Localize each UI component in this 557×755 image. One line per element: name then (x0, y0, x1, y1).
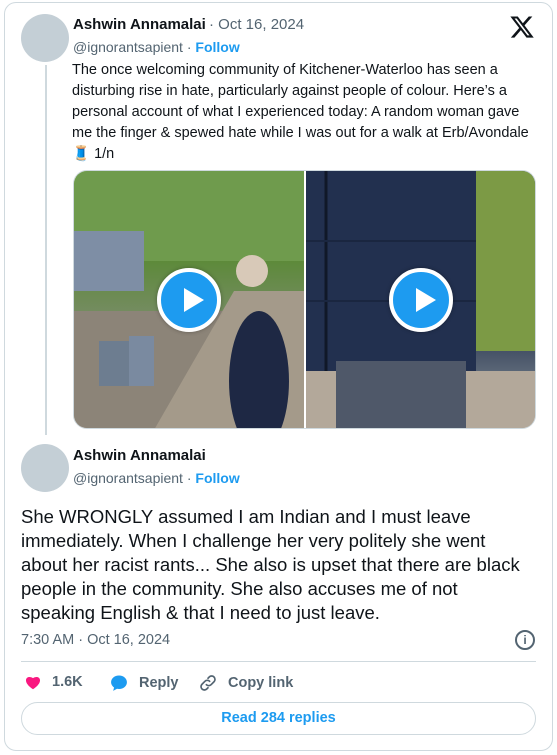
link-icon (200, 675, 216, 691)
avatar[interactable] (21, 444, 69, 492)
like-count: 1.6K (52, 674, 83, 690)
author-handle[interactable]: @ignorantsapient (73, 39, 183, 55)
author-handle-row: @ignorantsapient · Follow (73, 39, 240, 55)
tweet-text: The once welcoming community of Kitchene… (72, 62, 529, 162)
x-logo-icon[interactable] (509, 14, 535, 40)
handle-separator: · (186, 39, 192, 55)
reply-bubble-icon (111, 675, 127, 691)
media-grid (73, 170, 536, 429)
thread-connector-line (45, 65, 47, 435)
reply-label: Reply (139, 675, 179, 691)
copy-link-label: Copy link (228, 675, 294, 691)
video-thumbnail[interactable] (74, 171, 304, 428)
info-icon[interactable] (515, 630, 535, 650)
copy-link-button[interactable]: Copy link (198, 673, 293, 693)
video-thumbnail[interactable] (306, 171, 535, 428)
date-text[interactable]: Oct 16, 2024 (218, 16, 304, 33)
tweet-date[interactable]: · Oct 16, 2024 (209, 16, 304, 33)
divider (21, 661, 536, 662)
author-name[interactable]: Ashwin Annamalai (73, 16, 206, 33)
tweet-timestamp[interactable]: 7:30 AM · Oct 16, 2024 (21, 632, 170, 648)
date-separator: · (209, 16, 214, 33)
author-handle[interactable]: @ignorantsapient (73, 470, 183, 486)
handle-separator: · (186, 470, 192, 486)
author-name[interactable]: Ashwin Annamalai (73, 447, 206, 464)
tweet-text: She WRONGLY assumed I am Indian and I mu… (21, 506, 520, 623)
play-icon[interactable] (388, 267, 453, 332)
heart-icon (25, 677, 41, 690)
follow-button[interactable]: Follow (195, 470, 239, 486)
reply-button[interactable]: Reply (109, 673, 179, 693)
like-button[interactable]: 1.6K (24, 673, 83, 691)
follow-button[interactable]: Follow (195, 39, 239, 55)
avatar[interactable] (21, 14, 69, 62)
read-replies-button[interactable]: Read 284 replies (21, 702, 536, 735)
author-handle-row: @ignorantsapient · Follow (73, 470, 240, 486)
play-icon[interactable] (157, 267, 221, 332)
